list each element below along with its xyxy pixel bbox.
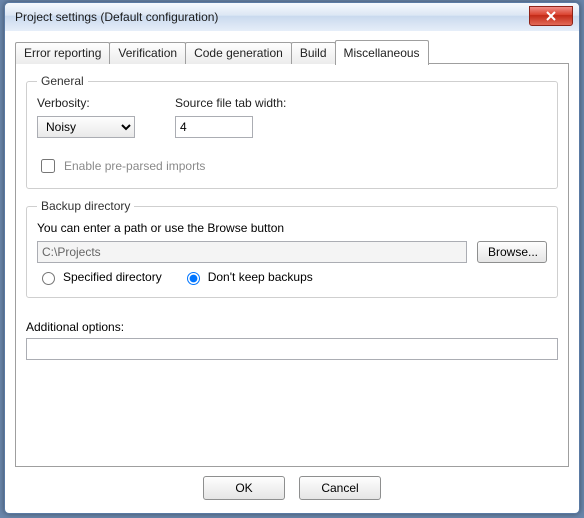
client-area: Error reporting Verification Code genera…	[5, 31, 579, 513]
tab-verification[interactable]: Verification	[109, 42, 186, 64]
verbosity-label: Verbosity:	[37, 96, 135, 110]
backup-path-input[interactable]	[37, 241, 467, 263]
radio-specified[interactable]	[42, 272, 55, 285]
enable-preparsed-row[interactable]: Enable pre-parsed imports	[37, 156, 547, 176]
tabwidth-label: Source file tab width:	[175, 96, 286, 110]
backup-radio-group: Specified directory Don't keep backups	[37, 269, 547, 285]
group-general: General Verbosity: Noisy Source file tab…	[26, 74, 558, 189]
backup-hint: You can enter a path or use the Browse b…	[37, 221, 547, 235]
radio-specified-label: Specified directory	[63, 270, 162, 284]
tab-build[interactable]: Build	[291, 42, 336, 64]
tabwidth-input[interactable]	[175, 116, 253, 138]
additional-label: Additional options:	[26, 320, 558, 334]
additional-input[interactable]	[26, 338, 558, 360]
close-icon	[545, 11, 557, 21]
browse-button[interactable]: Browse...	[477, 241, 547, 263]
tab-error-reporting[interactable]: Error reporting	[15, 42, 110, 64]
radio-dontkeep-row[interactable]: Don't keep backups	[182, 269, 313, 285]
radio-specified-row[interactable]: Specified directory	[37, 269, 162, 285]
verbosity-select[interactable]: Noisy	[37, 116, 135, 138]
group-backup-legend: Backup directory	[37, 199, 134, 213]
tab-code-generation[interactable]: Code generation	[185, 42, 292, 64]
enable-preparsed-checkbox[interactable]	[41, 159, 55, 173]
window-title: Project settings (Default configuration)	[15, 10, 529, 24]
additional-options: Additional options:	[26, 320, 558, 360]
ok-button[interactable]: OK	[203, 476, 285, 500]
dialog-window: Project settings (Default configuration)…	[4, 2, 580, 514]
tab-miscellaneous[interactable]: Miscellaneous	[335, 40, 429, 65]
tab-panel-miscellaneous: General Verbosity: Noisy Source file tab…	[15, 63, 569, 467]
group-general-legend: General	[37, 74, 88, 88]
dialog-footer: OK Cancel	[15, 467, 569, 507]
group-backup: Backup directory You can enter a path or…	[26, 199, 558, 298]
enable-preparsed-label: Enable pre-parsed imports	[64, 159, 205, 173]
close-button[interactable]	[529, 6, 573, 26]
cancel-button[interactable]: Cancel	[299, 476, 381, 500]
radio-dontkeep-label: Don't keep backups	[208, 270, 313, 284]
tab-strip: Error reporting Verification Code genera…	[15, 39, 569, 64]
radio-dontkeep[interactable]	[187, 272, 200, 285]
titlebar: Project settings (Default configuration)	[5, 3, 579, 31]
